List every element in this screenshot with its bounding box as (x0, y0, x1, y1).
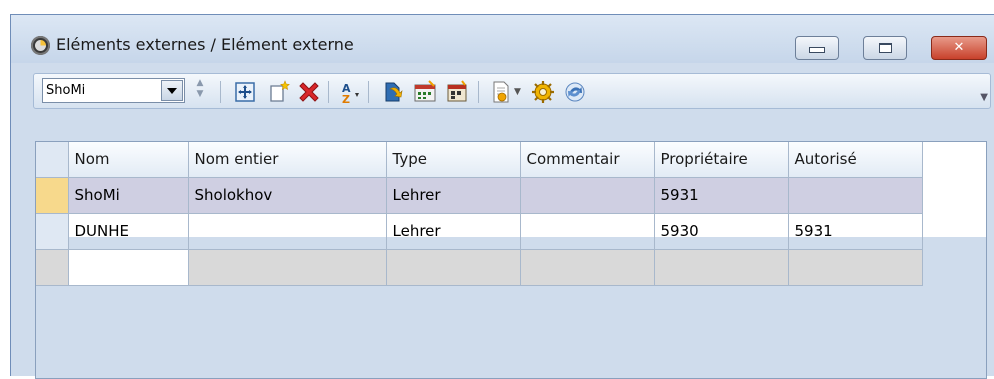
settings-gear-icon (532, 81, 554, 103)
close-button[interactable]: ✕ (931, 36, 987, 60)
cell-commentaire-new[interactable] (520, 249, 655, 286)
cross-move-button[interactable] (232, 79, 258, 105)
cell-autorise-new[interactable] (788, 249, 923, 286)
schedule-button[interactable] (444, 79, 470, 105)
cell-nom-new[interactable] (68, 249, 189, 286)
column-header-nom-entier[interactable]: Nom entier (188, 142, 387, 178)
toolbar-separator (368, 81, 369, 103)
toolbar-separator (328, 81, 329, 103)
calendar-button[interactable] (412, 79, 438, 105)
column-header-commentaire[interactable]: Commentair (520, 142, 655, 178)
cell-type[interactable]: Lehrer (386, 213, 521, 250)
column-header-autorise[interactable]: Autorisé (788, 142, 923, 178)
table-row[interactable]: ShoMi Sholokhov Lehrer 5931 (36, 177, 923, 214)
element-selector[interactable]: ShoMi (42, 78, 185, 103)
row-indicator[interactable] (36, 213, 69, 250)
table-row[interactable]: DUNHE Lehrer 5930 5931 (36, 213, 923, 250)
window: Eléments externes / Elément externe ✕ Sh… (10, 14, 994, 379)
row-indicator[interactable] (36, 249, 69, 286)
spinner-arrows-icon[interactable]: ▲ ▼ (194, 78, 206, 103)
column-header-type[interactable]: Type (386, 142, 521, 178)
report-button[interactable] (488, 79, 514, 105)
cell-commentaire[interactable] (520, 177, 655, 214)
toolbar-separator (478, 81, 479, 103)
cell-nom[interactable]: ShoMi (68, 177, 189, 214)
cell-type-new[interactable] (386, 249, 521, 286)
svg-text:Z: Z (342, 93, 350, 105)
cell-proprietaire-new[interactable] (654, 249, 789, 286)
close-icon: ✕ (953, 40, 965, 55)
refresh-icon (565, 82, 585, 102)
data-table: Nom Nom entier Type Commentair Propriéta… (36, 142, 923, 286)
delete-icon (299, 82, 319, 102)
import-button[interactable] (380, 79, 406, 105)
new-item-button[interactable] (266, 79, 292, 105)
cell-proprietaire[interactable]: 5931 (654, 177, 789, 214)
row-indicator-header (36, 142, 69, 178)
import-icon (385, 82, 403, 102)
element-selector-value: ShoMi (46, 83, 86, 98)
column-header-nom[interactable]: Nom (68, 142, 189, 178)
cell-commentaire[interactable] (520, 213, 655, 250)
calendar-icon (414, 80, 436, 102)
new-row[interactable] (36, 249, 923, 286)
cell-nom[interactable]: DUNHE (68, 213, 189, 250)
current-row-indicator[interactable] (36, 177, 69, 214)
toolbar: ShoMi ▲ ▼ A Z ▼ ▼ (33, 73, 991, 109)
title-bar[interactable]: Eléments externes / Elément externe ✕ (11, 15, 994, 63)
column-header-proprietaire[interactable]: Propriétaire (654, 142, 789, 178)
cell-autorise[interactable]: 5931 (788, 213, 923, 250)
data-grid: Nom Nom entier Type Commentair Propriéta… (35, 141, 987, 379)
new-item-icon (270, 80, 290, 102)
schedule-icon (447, 80, 467, 102)
window-title: Eléments externes / Elément externe (56, 35, 354, 54)
delete-button[interactable] (296, 79, 322, 105)
cell-type[interactable]: Lehrer (386, 177, 521, 214)
cell-nom-entier[interactable]: Sholokhov (188, 177, 387, 214)
cell-autorise[interactable] (788, 177, 923, 214)
report-icon (493, 81, 509, 103)
maximize-button[interactable] (863, 36, 907, 60)
header-row: Nom Nom entier Type Commentair Propriéta… (36, 142, 923, 178)
settings-button[interactable] (530, 79, 556, 105)
sort-az-button[interactable]: A Z (338, 79, 364, 106)
minimize-button[interactable] (795, 36, 839, 60)
sort-az-icon: A Z (342, 82, 359, 106)
chevron-down-icon[interactable] (161, 80, 183, 101)
toolbar-overflow-icon[interactable]: ▼ (980, 92, 988, 103)
minimize-icon (809, 47, 825, 53)
app-clock-icon (31, 36, 50, 55)
report-dropdown-chevron-down-icon[interactable]: ▼ (514, 79, 526, 105)
cell-nom-entier[interactable] (188, 213, 387, 250)
toolbar-separator (220, 81, 221, 103)
cell-proprietaire[interactable]: 5930 (654, 213, 789, 250)
cross-move-icon (235, 82, 255, 102)
maximize-icon (878, 43, 892, 53)
cell-nom-entier-new[interactable] (188, 249, 387, 286)
refresh-button[interactable] (562, 79, 588, 105)
